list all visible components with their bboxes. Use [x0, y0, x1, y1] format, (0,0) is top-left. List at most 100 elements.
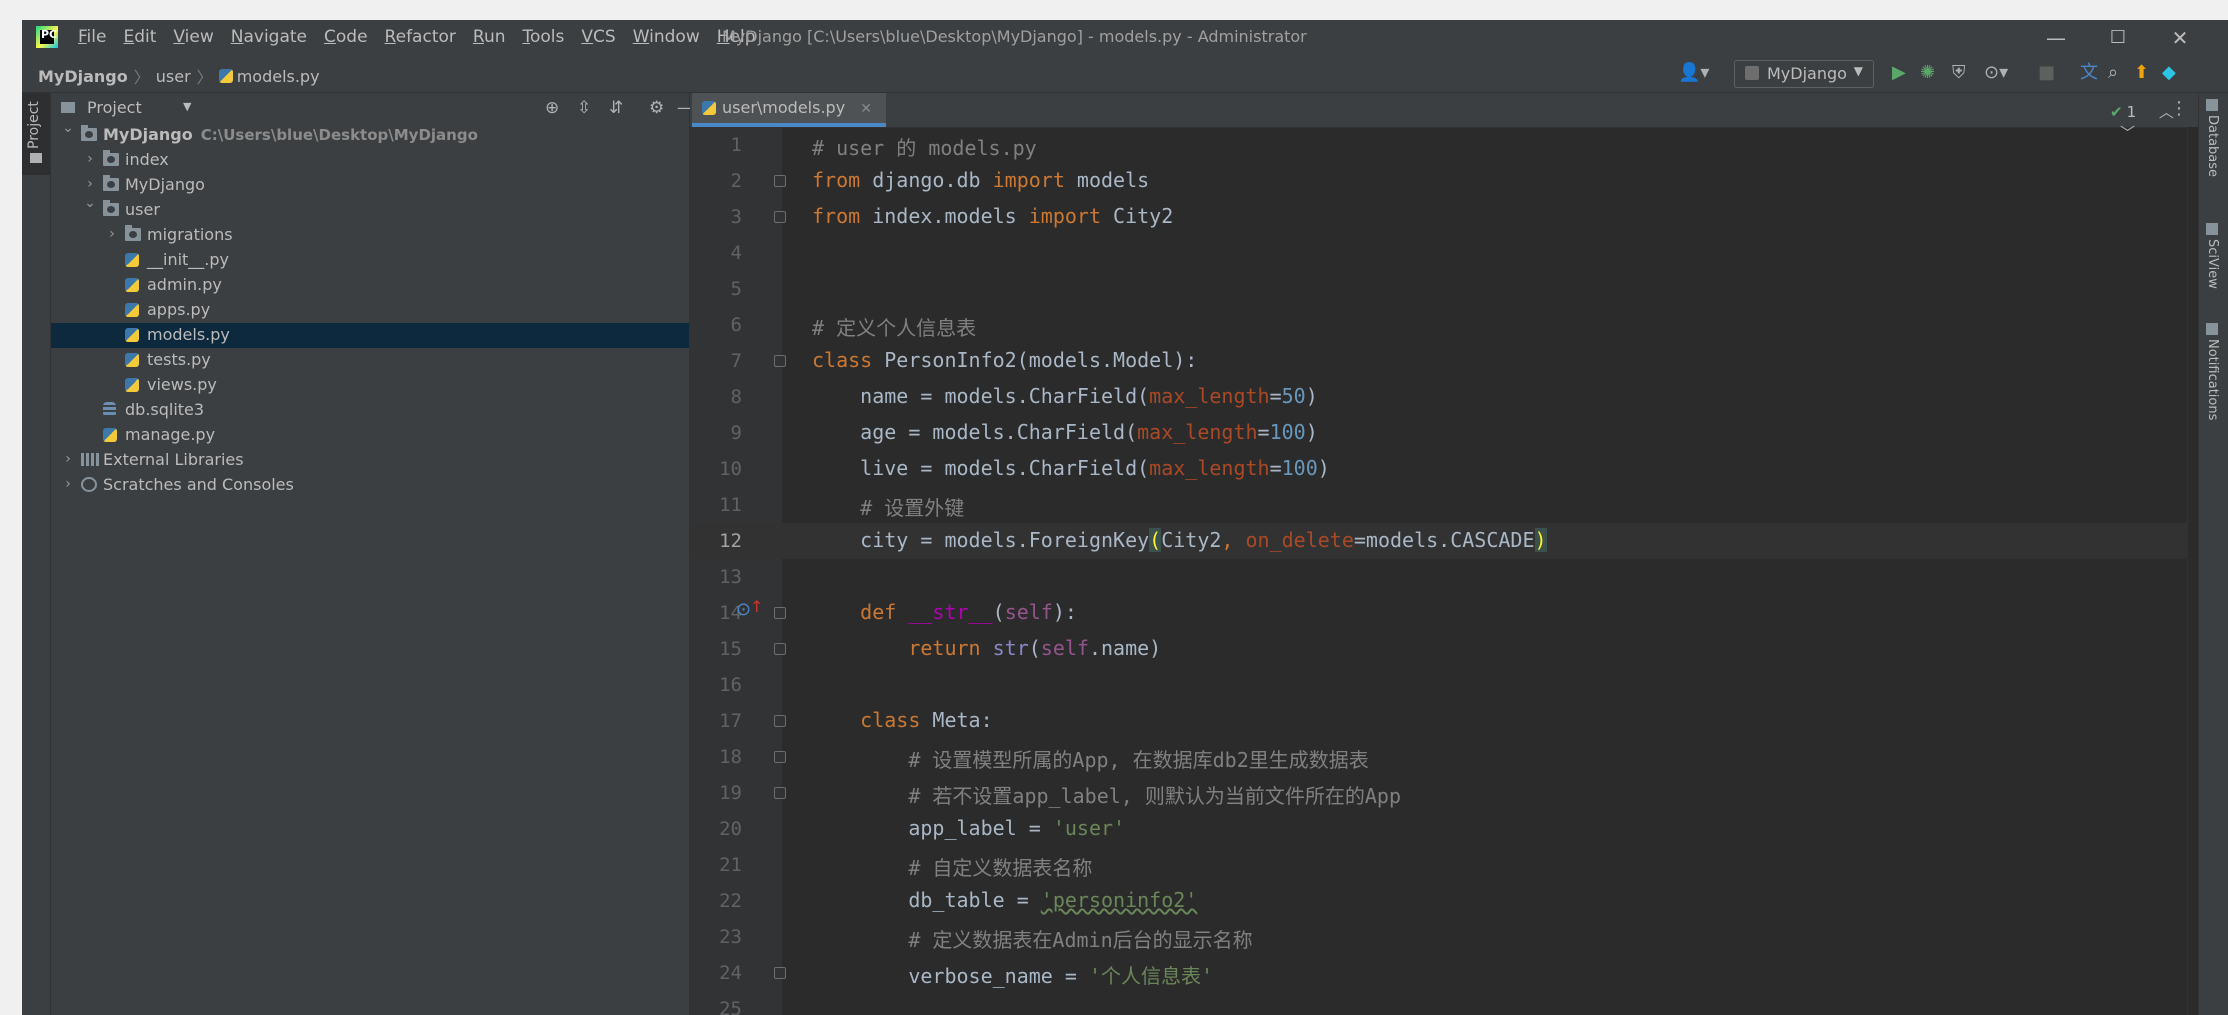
code-line[interactable]: 20 app_label = 'user'	[690, 811, 2198, 847]
chevron-right-icon[interactable]: ›	[105, 226, 119, 242]
tree-item[interactable]: › migrations	[51, 223, 689, 248]
code-line[interactable]: 2 from django.db import models	[690, 163, 2198, 199]
fold-icon[interactable]	[774, 643, 786, 655]
close-button[interactable]: ✕	[2166, 24, 2194, 52]
notifications-tool-tab[interactable]: Notifications	[2205, 323, 2220, 420]
chevron-down-icon[interactable]: ⌄	[61, 120, 75, 136]
tree-item[interactable]: › index	[51, 148, 689, 173]
chevron-down-icon[interactable]: ▼	[183, 100, 191, 113]
menu-item[interactable]: Run	[473, 27, 506, 47]
fold-icon[interactable]	[774, 607, 786, 619]
code-line[interactable]: 6 # 定义个人信息表	[690, 307, 2198, 343]
override-icon[interactable]: ⊙	[736, 599, 751, 620]
code-line[interactable]: 7 class PersonInfo2(models.Model):	[690, 343, 2198, 379]
breadcrumb-folder[interactable]: user	[156, 67, 191, 86]
user-icon[interactable]: 👤▾	[1678, 63, 1709, 83]
tree-item[interactable]: models.py	[51, 323, 689, 348]
run-icon[interactable]: ▶	[1892, 63, 1906, 83]
inspection-widget[interactable]: ✔ 1 ︿ ﹀	[2110, 101, 2198, 143]
tree-item[interactable]: ⌄ user	[51, 195, 689, 223]
chevron-up-icon[interactable]: ︿	[2159, 103, 2174, 121]
tree-item[interactable]: views.py	[51, 373, 689, 398]
search-icon[interactable]: ⌕	[2108, 63, 2118, 83]
menu-item[interactable]: Navigate	[231, 27, 307, 47]
fold-icon[interactable]	[774, 967, 786, 979]
fold-icon[interactable]	[774, 715, 786, 727]
menu-item[interactable]: Refactor	[385, 27, 456, 47]
code-line[interactable]: 13	[690, 559, 2198, 595]
chevron-down-icon[interactable]: ⌄	[83, 195, 97, 211]
fold-icon[interactable]	[774, 175, 786, 187]
tree-item[interactable]: __init__.py	[51, 248, 689, 273]
menu-item[interactable]: Window	[633, 27, 700, 47]
database-tool-tab[interactable]: Database	[2205, 99, 2220, 177]
chevron-right-icon[interactable]: ›	[83, 176, 97, 192]
chevron-right-icon[interactable]: ›	[61, 476, 75, 492]
chevron-right-icon[interactable]: ›	[61, 451, 75, 467]
editor-tab[interactable]: user\models.py ✕	[692, 93, 886, 127]
code-line[interactable]: 10 live = models.CharField(max_length=10…	[690, 451, 2198, 487]
code-line[interactable]: 24 verbose_name = '个人信息表'	[690, 955, 2198, 991]
chevron-right-icon[interactable]: ›	[83, 151, 97, 167]
code-line[interactable]: 16	[690, 667, 2198, 703]
code-line[interactable]: 3 from index.models import City2	[690, 199, 2198, 235]
menu-item[interactable]: File	[78, 27, 106, 47]
tree-item[interactable]: ⌄ MyDjango C:\Users\blue\Desktop\MyDjango	[51, 120, 689, 148]
code-line[interactable]: 4	[690, 235, 2198, 271]
code-line[interactable]: 5	[690, 271, 2198, 307]
code-line[interactable]: 1 # user 的 models.py	[690, 127, 2198, 163]
tree-item[interactable]: › MyDjango	[51, 173, 689, 198]
code-line[interactable]: 18 # 设置模型所属的App, 在数据库db2里生成数据表	[690, 739, 2198, 775]
code-line[interactable]: 14 ⊙ ↑ def __str__(self):	[690, 595, 2198, 631]
editor-scrollbar[interactable]	[2187, 127, 2198, 1015]
expand-all-icon[interactable]: ⇳	[577, 98, 591, 118]
menu-item[interactable]: View	[173, 27, 213, 47]
fold-icon[interactable]	[774, 211, 786, 223]
coverage-icon[interactable]: ⛨	[1952, 63, 1966, 83]
fold-icon[interactable]	[774, 787, 786, 799]
code-line[interactable]: 22 db_table = 'personinfo2'	[690, 883, 2198, 919]
run-configuration-select[interactable]: MyDjango ▼	[1734, 60, 1874, 88]
maximize-button[interactable]: ☐	[2104, 24, 2132, 52]
code-line[interactable]: 8 name = models.CharField(max_length=50)	[690, 379, 2198, 415]
project-tool-tab[interactable]: Project	[22, 93, 50, 175]
project-panel-title[interactable]: Project	[87, 98, 142, 117]
tree-item[interactable]: › Scratches and Consoles	[51, 473, 689, 498]
tree-item[interactable]: › External Libraries	[51, 448, 689, 473]
code-line[interactable]: 23 # 定义数据表在Admin后台的显示名称	[690, 919, 2198, 955]
code-line[interactable]: 21 # 自定义数据表名称	[690, 847, 2198, 883]
profile-icon[interactable]: ⊙▾	[1984, 63, 2008, 83]
locate-icon[interactable]: ⊕	[545, 98, 559, 118]
minimize-button[interactable]: —	[2042, 24, 2070, 52]
sciview-tool-tab[interactable]: SciView	[2205, 223, 2220, 289]
code-line[interactable]: 15 return str(self.name)	[690, 631, 2198, 667]
menu-item[interactable]: Edit	[123, 27, 156, 47]
tree-item[interactable]: tests.py	[51, 348, 689, 373]
menu-item[interactable]: Code	[324, 27, 368, 47]
collapse-all-icon[interactable]: ⇵	[609, 98, 623, 118]
breadcrumb-project[interactable]: MyDjango	[38, 67, 128, 86]
debug-icon[interactable]: ✺	[1920, 63, 1935, 83]
plugin-icon[interactable]: ◆	[2162, 63, 2176, 83]
menu-item[interactable]: VCS	[581, 27, 615, 47]
code-line[interactable]: 19 # 若不设置app_label, 则默认为当前文件所在的App	[690, 775, 2198, 811]
chevron-down-icon[interactable]: ﹀	[2120, 124, 2135, 142]
close-tab-icon[interactable]: ✕	[860, 101, 872, 117]
tree-item[interactable]: db.sqlite3	[51, 398, 689, 423]
code-line[interactable]: 12 city = models.ForeignKey(City2, on_de…	[690, 523, 2198, 559]
code-line[interactable]: 25	[690, 991, 2198, 1015]
menu-item[interactable]: Tools	[523, 27, 565, 47]
update-icon[interactable]: ⬆	[2134, 63, 2149, 83]
code-line[interactable]: 11 # 设置外键	[690, 487, 2198, 523]
breadcrumb-file[interactable]: models.py	[237, 67, 320, 86]
stop-icon[interactable]: ■	[2038, 63, 2055, 83]
code-area[interactable]: 1 # user 的 models.py 2 from django.db impor…	[690, 127, 2198, 1015]
code-line[interactable]: 17 class Meta:	[690, 703, 2198, 739]
fold-icon[interactable]	[774, 751, 786, 763]
fold-icon[interactable]	[774, 355, 786, 367]
code-line[interactable]: 9 age = models.CharField(max_length=100)	[690, 415, 2198, 451]
tree-item[interactable]: manage.py	[51, 423, 689, 448]
gear-icon[interactable]: ⚙	[649, 98, 664, 118]
translate-icon[interactable]: 文	[2080, 63, 2098, 83]
tree-item[interactable]: apps.py	[51, 298, 689, 323]
